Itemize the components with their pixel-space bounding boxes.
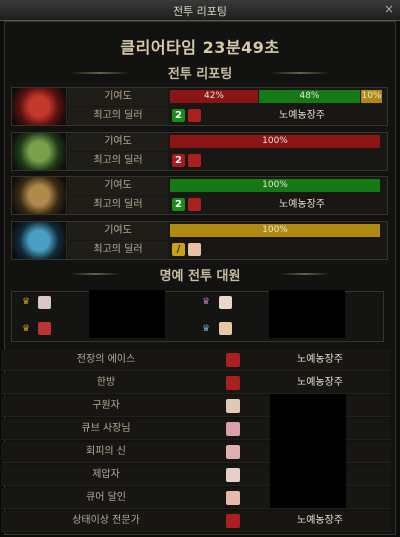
redacted-block: [269, 290, 345, 338]
party-row: 기여도 최고의 딜러 100% 2 노예농장주: [11, 176, 388, 215]
redacted-block: [270, 394, 346, 508]
avatar: [219, 322, 232, 335]
best-dealer-label: 최고의 딜러: [68, 241, 168, 259]
avatar: [38, 296, 51, 309]
player-name: 노예농장주: [297, 515, 343, 526]
earth-emblem-icon: [12, 177, 67, 214]
water-emblem-icon: [12, 222, 67, 259]
avatar: [188, 243, 201, 256]
best-dealer-label: 최고의 딜러: [68, 196, 168, 214]
title-name: 구원자: [92, 400, 120, 411]
contribution-label: 기여도: [68, 133, 168, 151]
party-row: 기여도 최고의 딜러 100% 2: [11, 132, 388, 171]
title-name: 제압자: [92, 469, 120, 480]
rank-badge: /: [172, 243, 185, 256]
nature-emblem-icon: [12, 133, 67, 170]
redacted-block: [89, 290, 165, 338]
avatar: [188, 154, 201, 167]
avatar: [219, 296, 232, 309]
contribution-bar: 100%: [170, 224, 380, 237]
contribution-label: 기여도: [68, 177, 168, 195]
party-row: 기여도 최고의 딜러 42% 48% 10% 2 노예농장주: [11, 87, 388, 126]
rank-badge: 2: [172, 109, 185, 122]
player-name: 노예농장주: [297, 354, 343, 365]
close-icon[interactable]: ×: [384, 2, 394, 16]
crown-icon: ♛: [202, 324, 211, 334]
title-row: 전장의 에이스 노예농장주: [1, 350, 391, 371]
dealer-name: [242, 242, 362, 258]
best-dealer-label: 최고의 딜러: [68, 152, 168, 170]
avatar: [226, 422, 240, 436]
avatar: [226, 445, 240, 459]
contribution-bar: 100%: [170, 179, 380, 192]
avatar: [188, 109, 201, 122]
rank-badge: 2: [172, 154, 185, 167]
contribution-label: 기여도: [68, 88, 168, 106]
crown-icon: ♛: [202, 297, 211, 307]
crown-icon: ♛: [22, 324, 31, 334]
dealer-name: 노예농장주: [279, 110, 325, 121]
party-row: 기여도 최고의 딜러 100% /: [11, 221, 388, 260]
title-row: 상태이상 전문가 노예농장주: [1, 511, 391, 532]
title-name: 한방: [96, 377, 116, 388]
honor-members-box: ♛ ♛ ♛ ♛: [11, 290, 384, 342]
rank-badge: 2: [172, 198, 185, 211]
contribution-label: 기여도: [68, 222, 168, 240]
contribution-bar: 100%: [170, 135, 380, 148]
best-dealer-label: 최고의 딜러: [68, 107, 168, 125]
avatar: [226, 468, 240, 482]
avatar: [226, 353, 240, 367]
title-name: 상태이상 전문가: [72, 515, 140, 526]
avatar: [226, 514, 240, 528]
player-name: 노예농장주: [297, 377, 343, 388]
title-name: 회피의 신: [86, 446, 126, 457]
section-report-title: 전투 리포팅: [167, 67, 233, 82]
title-name: 큐어 달인: [86, 492, 126, 503]
title-bar: 전투 리포팅 ×: [0, 0, 400, 21]
crown-icon: ♛: [22, 297, 31, 307]
avatar: [226, 376, 240, 390]
title-name: 전장의 에이스: [76, 354, 136, 365]
window-title: 전투 리포팅: [172, 5, 228, 18]
avatar: [226, 399, 240, 413]
dealer-name: [242, 153, 362, 169]
title-name: 큐브 사장님: [81, 423, 131, 434]
title-row: 한방 노예농장주: [1, 373, 391, 394]
contribution-bar: 10%: [361, 90, 382, 103]
contribution-bar: 42%: [170, 90, 258, 103]
fire-emblem-icon: [12, 88, 67, 125]
section-honor-title: 명예 전투 대원: [159, 269, 241, 284]
clear-time: 클리어타임 23분49초: [120, 38, 280, 57]
avatar: [188, 198, 201, 211]
contribution-bar: 48%: [259, 90, 360, 103]
avatar: [38, 322, 51, 335]
dealer-name: 노예농장주: [279, 199, 325, 210]
avatar: [226, 491, 240, 505]
